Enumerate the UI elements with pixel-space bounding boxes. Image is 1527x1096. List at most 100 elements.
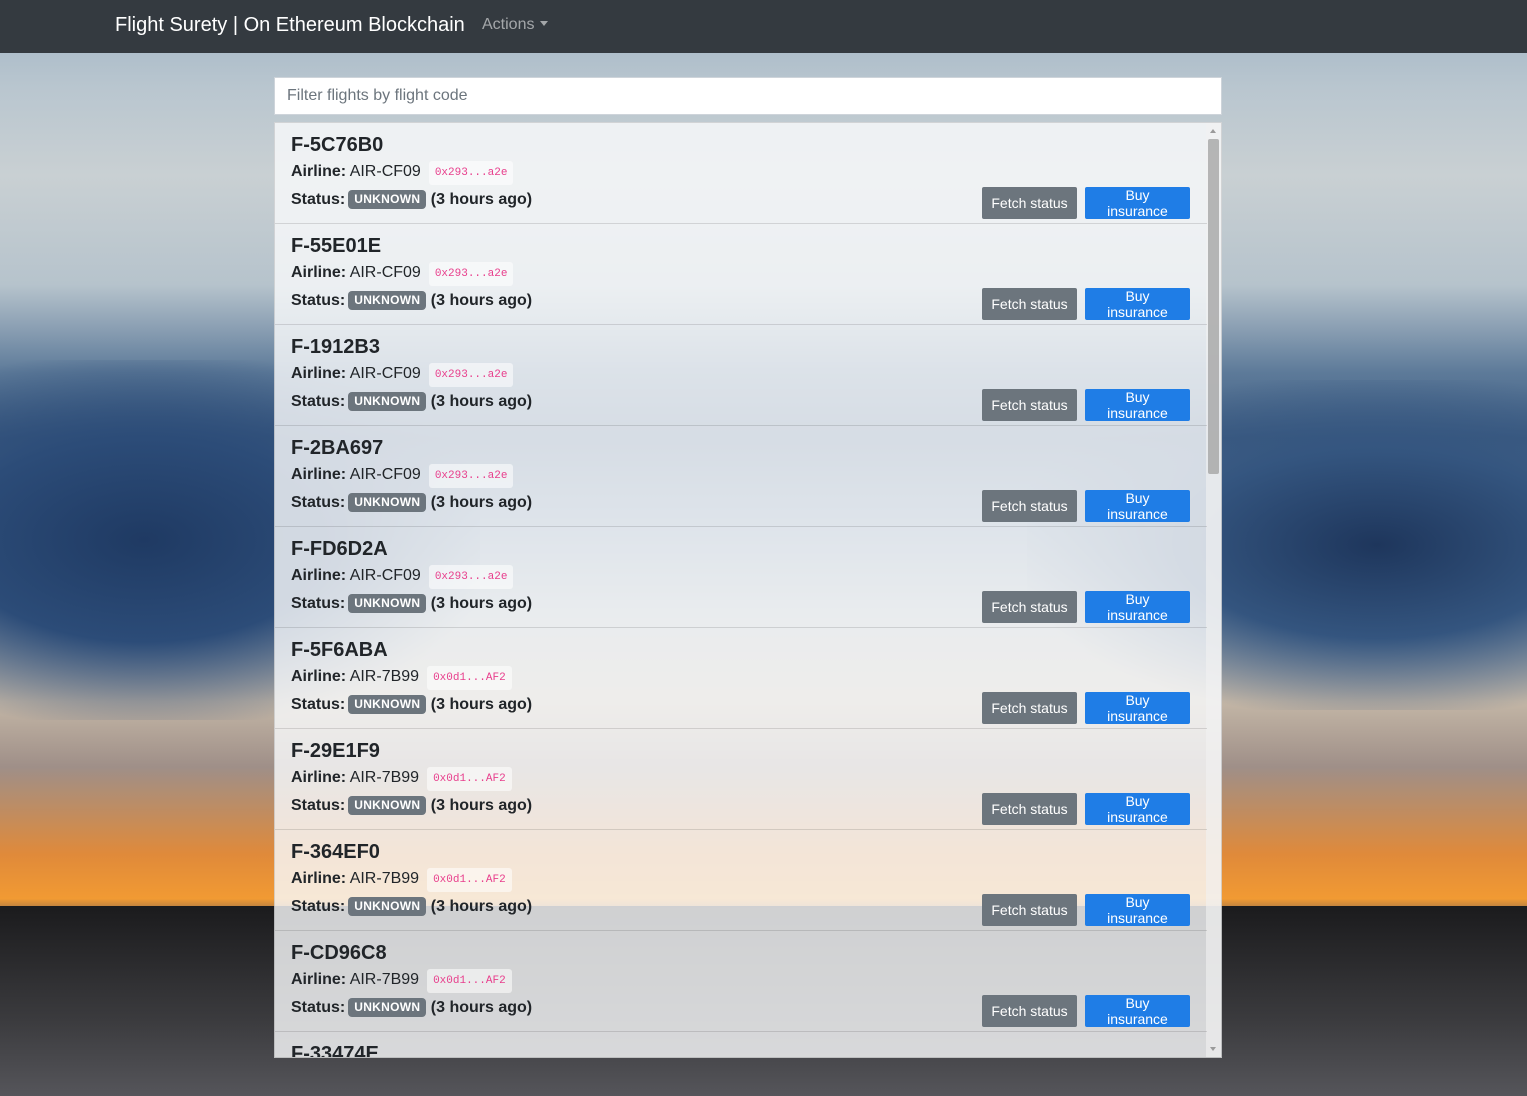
status-badge: UNKNOWN [348,493,427,512]
scrollbar-thumb[interactable] [1208,139,1219,474]
airline-code: AIR-7B99 [349,668,420,685]
airline-label: Airline: [291,163,347,180]
airline-address: 0x293...a2e [428,363,514,387]
flight-code: F-1912B3 [291,336,380,358]
airline-line: Airline: AIR-CF09 0x293...a2e [291,262,514,286]
flight-item: F-33474E [275,1032,1207,1058]
scroll-down-arrow-icon[interactable] [1210,1047,1216,1051]
flight-code: F-FD6D2A [291,538,388,560]
status-label: Status: [291,999,346,1016]
navbar: Flight Surety | On Ethereum Blockchain A… [0,0,1527,53]
status-time: (3 hours ago) [430,999,533,1016]
flight-item: F-29E1F9 Airline: AIR-7B99 0x0d1...AF2 Stat… [275,729,1207,830]
status-line: Status: UNKNOWN (3 hours ago) [291,391,532,413]
buy-insurance-button[interactable]: Buy insurance [1085,187,1190,219]
fetch-status-button[interactable]: Fetch status [982,490,1077,522]
flight-code: F-55E01E [291,235,382,257]
status-label: Status: [291,797,346,814]
airline-code: AIR-CF09 [349,466,421,483]
status-line: Status: UNKNOWN (3 hours ago) [291,694,532,716]
airline-address: 0x293...a2e [428,565,514,589]
airline-label: Airline: [291,365,347,382]
status-label: Status: [291,292,346,309]
fetch-status-button[interactable]: Fetch status [982,187,1077,219]
airline-line: Airline: AIR-7B99 0x0d1...AF2 [291,767,512,791]
airline-line: Airline: AIR-CF09 0x293...a2e [291,464,514,488]
airline-line: Airline: AIR-7B99 0x0d1...AF2 [291,969,512,993]
airline-address: 0x0d1...AF2 [427,767,512,791]
list-scrollbar[interactable] [1206,123,1221,1057]
brand-title[interactable]: Flight Surety | On Ethereum Blockchain [115,12,465,38]
buy-insurance-button[interactable]: Buy insurance [1085,894,1190,926]
buy-insurance-button[interactable]: Buy insurance [1085,591,1190,623]
status-badge: UNKNOWN [348,291,427,310]
buy-insurance-button[interactable]: Buy insurance [1085,692,1190,724]
buy-insurance-button[interactable]: Buy insurance [1085,389,1190,421]
status-label: Status: [291,191,346,208]
buy-insurance-button[interactable]: Buy insurance [1085,288,1190,320]
status-time: (3 hours ago) [430,292,533,309]
status-line: Status: UNKNOWN (3 hours ago) [291,997,532,1019]
flight-item: F-FD6D2A Airline: AIR-CF09 0x293...a2e Stat… [275,527,1207,628]
airline-label: Airline: [291,264,347,281]
flight-code: F-5C76B0 [291,134,384,156]
flight-code: F-2BA697 [291,437,384,459]
status-badge: UNKNOWN [348,796,427,815]
airline-address: 0x293...a2e [428,161,514,185]
fetch-status-button[interactable]: Fetch status [982,995,1077,1027]
flight-item: F-CD96C8 Airline: AIR-7B99 0x0d1...AF2 Stat… [275,931,1207,1032]
status-line: Status: UNKNOWN (3 hours ago) [291,189,532,211]
scroll-up-arrow-icon[interactable] [1210,129,1216,133]
airline-label: Airline: [291,567,347,584]
flight-item: F-2BA697 Airline: AIR-CF09 0x293...a2e Stat… [275,426,1207,527]
status-line: Status: UNKNOWN (3 hours ago) [291,492,532,514]
flight-code: F-33474E [291,1043,379,1058]
status-line: Status: UNKNOWN (3 hours ago) [291,290,532,312]
status-time: (3 hours ago) [430,494,533,511]
status-label: Status: [291,898,346,915]
actions-label: Actions [482,16,535,33]
flight-filter-input[interactable] [274,77,1222,115]
status-badge: UNKNOWN [348,190,427,209]
status-badge: UNKNOWN [348,998,427,1017]
flight-item: F-1912B3 Airline: AIR-CF09 0x293...a2e Stat… [275,325,1207,426]
airline-code: AIR-CF09 [349,365,421,382]
status-badge: UNKNOWN [348,897,427,916]
flight-code: F-29E1F9 [291,740,380,762]
fetch-status-button[interactable]: Fetch status [982,389,1077,421]
airline-address: 0x0d1...AF2 [427,969,512,993]
flight-code: F-5F6ABA [291,639,388,661]
airline-line: Airline: AIR-CF09 0x293...a2e [291,565,514,589]
status-time: (3 hours ago) [430,898,533,915]
status-label: Status: [291,393,346,410]
status-label: Status: [291,696,346,713]
airline-code: AIR-7B99 [349,870,420,887]
fetch-status-button[interactable]: Fetch status [982,793,1077,825]
flight-code: F-364EF0 [291,841,380,863]
fetch-status-button[interactable]: Fetch status [982,591,1077,623]
buy-insurance-button[interactable]: Buy insurance [1085,995,1190,1027]
flight-list[interactable]: F-5C76B0 Airline: AIR-CF09 0x293...a2e Stat… [274,122,1222,1058]
airline-line: Airline: AIR-CF09 0x293...a2e [291,363,514,387]
status-label: Status: [291,595,346,612]
airline-address: 0x293...a2e [428,464,514,488]
airline-address: 0x293...a2e [428,262,514,286]
airline-label: Airline: [291,466,347,483]
airline-label: Airline: [291,769,347,786]
buy-insurance-button[interactable]: Buy insurance [1085,490,1190,522]
status-line: Status: UNKNOWN (3 hours ago) [291,896,532,918]
status-time: (3 hours ago) [430,797,533,814]
status-badge: UNKNOWN [348,594,427,613]
flight-item: F-5F6ABA Airline: AIR-7B99 0x0d1...AF2 Stat… [275,628,1207,729]
airline-line: Airline: AIR-7B99 0x0d1...AF2 [291,666,512,690]
fetch-status-button[interactable]: Fetch status [982,894,1077,926]
flight-item: F-5C76B0 Airline: AIR-CF09 0x293...a2e Stat… [275,123,1207,224]
fetch-status-button[interactable]: Fetch status [982,288,1077,320]
airline-code: AIR-CF09 [349,163,421,180]
flight-item: F-364EF0 Airline: AIR-7B99 0x0d1...AF2 Stat… [275,830,1207,931]
airline-code: AIR-CF09 [349,264,421,281]
actions-dropdown[interactable]: Actions [482,14,549,36]
fetch-status-button[interactable]: Fetch status [982,692,1077,724]
buy-insurance-button[interactable]: Buy insurance [1085,793,1190,825]
airline-label: Airline: [291,971,347,988]
